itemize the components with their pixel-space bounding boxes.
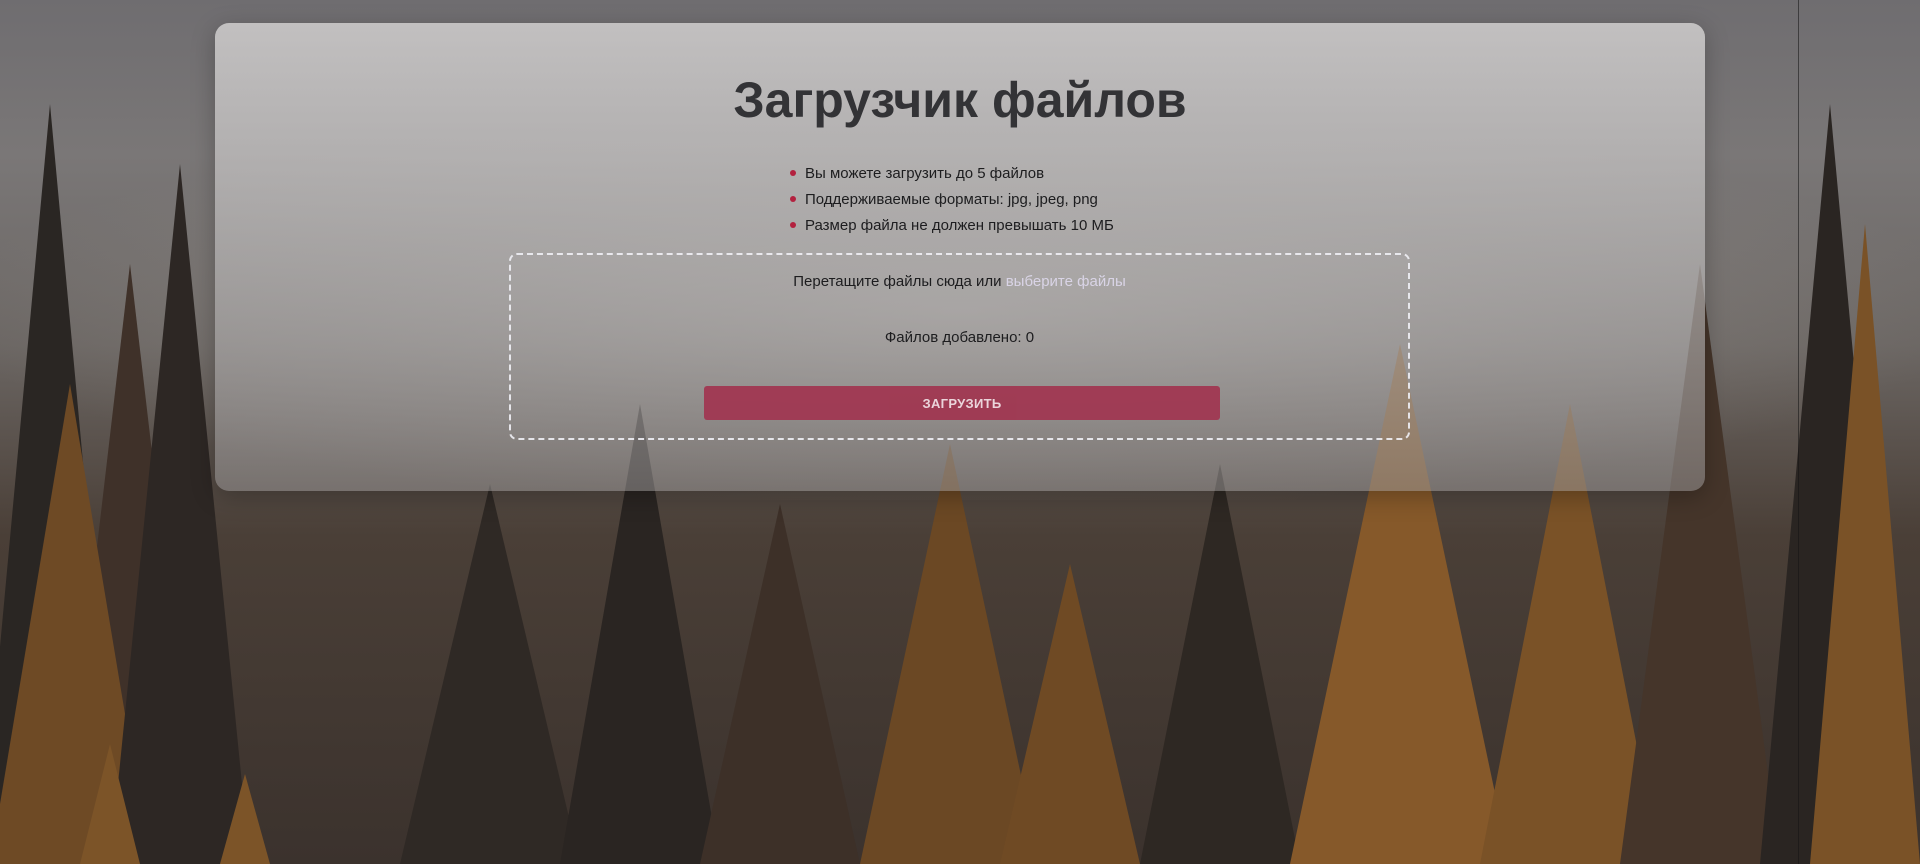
list-item: Поддерживаемые форматы: jpg, jpeg, png (790, 187, 1114, 213)
tree (1810, 224, 1920, 864)
list-item: Размер файла не должен превышать 10 МБ (790, 213, 1114, 239)
bullet-icon (790, 222, 796, 228)
files-added-counter: Файлов добавлено: 0 (884, 329, 1035, 346)
tree (1140, 464, 1300, 864)
upload-button[interactable]: ЗАГРУЗИТЬ (704, 386, 1220, 420)
uploader-card: Загрузчик файлов Вы можете загрузить до … (215, 23, 1705, 491)
rule-text: Размер файла не должен превышать 10 МБ (805, 217, 1114, 234)
rule-text: Поддерживаемые форматы: jpg, jpeg, png (805, 191, 1098, 208)
file-drop-zone[interactable]: Перетащите файлы сюда или выберите файлы… (509, 253, 1410, 440)
window-divider (1798, 0, 1799, 864)
bullet-icon (790, 196, 796, 202)
tree (80, 744, 140, 864)
list-item: Вы можете загрузить до 5 файлов (790, 161, 1114, 187)
tree (1000, 564, 1140, 864)
drop-zone-prompt: Перетащите файлы сюда или выберите файлы (511, 273, 1408, 290)
tree (220, 774, 270, 864)
drop-zone-text: Перетащите файлы сюда или (793, 273, 1002, 290)
choose-files-link[interactable]: выберите файлы (1006, 273, 1126, 290)
tree (700, 504, 860, 864)
page-title: Загрузчик файлов (733, 72, 1187, 128)
bullet-icon (790, 170, 796, 176)
tree (400, 484, 580, 864)
upload-rules-list: Вы можете загрузить до 5 файлов Поддержи… (790, 161, 1114, 239)
rule-text: Вы можете загрузить до 5 файлов (805, 165, 1045, 182)
